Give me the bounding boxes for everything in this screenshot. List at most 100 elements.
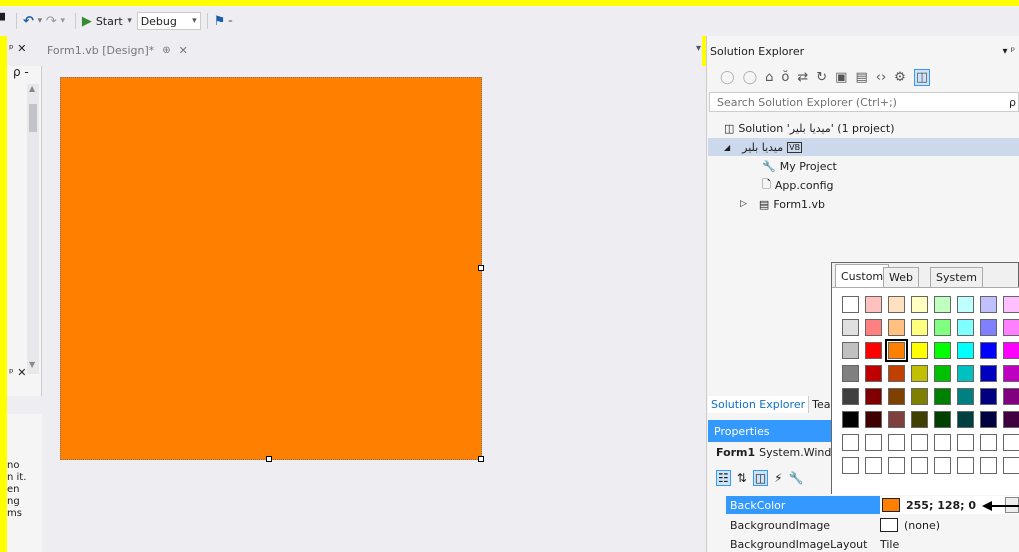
color-swatch-cell[interactable] — [888, 457, 905, 474]
color-swatch-cell[interactable] — [911, 434, 928, 451]
color-swatch-cell[interactable] — [957, 342, 974, 359]
color-swatch-cell[interactable] — [842, 411, 859, 428]
color-swatch-cell[interactable] — [911, 411, 928, 428]
preview-icon[interactable]: ◫ — [913, 68, 931, 86]
color-swatch-cell[interactable] — [911, 296, 928, 313]
color-swatch-cell[interactable] — [1003, 342, 1019, 359]
color-swatch-cell[interactable] — [957, 434, 974, 451]
color-swatch-cell[interactable] — [934, 342, 951, 359]
scroll-up-icon[interactable]: ▲ — [29, 84, 35, 93]
color-swatch-cell[interactable] — [934, 434, 951, 451]
pane-controls[interactable]: ▾ ᵖ — [1003, 46, 1015, 57]
tab-solution-explorer[interactable]: Solution Explorer — [708, 395, 810, 413]
tree-item-my-project[interactable]: 🔧 My Project — [762, 157, 837, 175]
toolbar-overflow-icon[interactable]: ₌ — [225, 12, 235, 30]
color-swatch-cell[interactable] — [934, 365, 951, 382]
tree-item-app-config[interactable]: 🗋 App.config — [762, 176, 834, 194]
color-swatch-cell[interactable] — [957, 457, 974, 474]
color-swatch-cell[interactable] — [957, 319, 974, 336]
tab-list-dropdown-icon[interactable]: ▾ — [696, 43, 701, 54]
property-row-backgroundimage[interactable]: BackgroundImage (none) — [726, 516, 1019, 534]
save-all-icon[interactable]: ▘ — [0, 12, 10, 30]
color-swatch-cell[interactable] — [934, 411, 951, 428]
search-icon[interactable]: ρ — [1009, 96, 1016, 109]
find-in-files-icon[interactable]: ⚑ — [214, 12, 226, 30]
back-icon[interactable]: ◯ — [720, 70, 735, 85]
color-swatch-cell[interactable] — [865, 365, 882, 382]
scrollbar-thumb[interactable] — [29, 104, 37, 132]
color-swatch-cell[interactable] — [842, 296, 859, 313]
color-swatch-cell[interactable] — [957, 365, 974, 382]
search-icon[interactable]: ρ - — [13, 65, 29, 79]
color-swatch-cell[interactable] — [888, 411, 905, 428]
color-swatch-cell[interactable] — [911, 319, 928, 336]
resize-handle-bottom[interactable] — [266, 456, 272, 462]
collapsed-arrow-icon[interactable]: ▷ — [740, 199, 747, 209]
color-swatch-cell[interactable] — [957, 296, 974, 313]
redo-icon[interactable]: ↷ — [46, 12, 57, 30]
color-swatch-cell[interactable] — [842, 457, 859, 474]
tab-form1-design[interactable]: Form1.vb [Design]* ⊕ ✕ — [47, 40, 188, 60]
color-swatch-cell[interactable] — [888, 319, 905, 336]
close-icon[interactable]: ✕ — [179, 44, 188, 57]
alphabetical-icon[interactable]: ⇅ — [737, 471, 747, 485]
scroll-down-icon[interactable]: ▼ — [29, 360, 35, 369]
color-swatch-cell[interactable] — [885, 339, 908, 362]
color-swatch-cell[interactable] — [842, 365, 859, 382]
color-swatch-cell[interactable] — [980, 365, 997, 382]
color-swatch-cell[interactable] — [1003, 388, 1019, 405]
undo-icon[interactable]: ↶ — [23, 12, 34, 30]
color-swatch-cell[interactable] — [980, 434, 997, 451]
tab-custom[interactable]: Custom — [835, 264, 890, 288]
form1-surface[interactable] — [60, 77, 482, 460]
color-swatch-cell[interactable] — [934, 319, 951, 336]
color-swatch-cell[interactable] — [1003, 296, 1019, 313]
color-swatch-cell[interactable] — [980, 457, 997, 474]
color-swatch-cell[interactable] — [888, 434, 905, 451]
pane-pin-close[interactable]: ᵖ ✕ — [9, 366, 26, 379]
color-swatch-cell[interactable] — [911, 365, 928, 382]
resize-handle-corner[interactable] — [478, 456, 484, 462]
color-swatch-cell[interactable] — [1003, 457, 1019, 474]
color-swatch-cell[interactable] — [865, 434, 882, 451]
collapse-all-icon[interactable]: ▣ — [835, 70, 847, 85]
color-swatch-cell[interactable] — [1003, 411, 1019, 428]
property-pages-2-icon[interactable]: 🔧 — [789, 471, 804, 485]
property-pages-icon[interactable]: ◫ — [752, 470, 769, 486]
color-swatch-cell[interactable] — [865, 457, 882, 474]
color-swatch-cell[interactable] — [911, 388, 928, 405]
home-icon[interactable]: ⌂ — [765, 70, 773, 85]
events-icon[interactable]: ⚡ — [774, 471, 782, 485]
tab-system[interactable]: System — [930, 267, 984, 287]
color-swatch-cell[interactable] — [980, 411, 997, 428]
color-swatch-cell[interactable] — [888, 365, 905, 382]
color-swatch-cell[interactable] — [865, 388, 882, 405]
pending-changes-icon[interactable]: ŏ — [781, 70, 789, 85]
solution-configuration-select[interactable]: Debug ▾ — [136, 12, 201, 30]
properties-icon[interactable]: ⚙ — [894, 70, 906, 85]
start-button[interactable]: ▶ Start — [82, 12, 123, 30]
categorized-icon[interactable]: ☷ — [716, 470, 731, 486]
color-swatch-cell[interactable] — [865, 411, 882, 428]
tree-item-solution[interactable]: ◫ Solution 'ميديا بلير' (1 project) — [724, 119, 895, 137]
color-swatch-cell[interactable] — [980, 388, 997, 405]
view-code-icon[interactable]: ‹› — [876, 70, 886, 85]
pin-icon[interactable]: ⊕ — [162, 45, 170, 56]
sync-icon[interactable]: ⇄ — [797, 70, 808, 85]
color-swatch-cell[interactable] — [865, 342, 882, 359]
undo-dropdown-icon[interactable]: ▾ — [34, 12, 46, 30]
expanded-arrow-icon[interactable]: ◢ — [724, 143, 730, 152]
forward-icon[interactable]: ◯ — [743, 70, 758, 85]
redo-dropdown-icon[interactable]: ▾ — [57, 12, 69, 30]
color-swatch-cell[interactable] — [934, 388, 951, 405]
scrollbar[interactable]: ▲ ▼ — [27, 84, 39, 374]
search-solution-input[interactable]: Search Solution Explorer (Ctrl+;) ρ — [709, 92, 1019, 112]
resize-handle-right[interactable] — [478, 265, 484, 271]
color-swatch-cell[interactable] — [888, 296, 905, 313]
color-swatch-cell[interactable] — [888, 388, 905, 405]
color-swatch-cell[interactable] — [957, 388, 974, 405]
color-swatch-cell[interactable] — [1003, 319, 1019, 336]
property-row-backgroundimagelayout[interactable]: BackgroundImageLayout Tile — [726, 535, 1019, 552]
color-swatch-cell[interactable] — [865, 296, 882, 313]
color-swatch-cell[interactable] — [934, 457, 951, 474]
